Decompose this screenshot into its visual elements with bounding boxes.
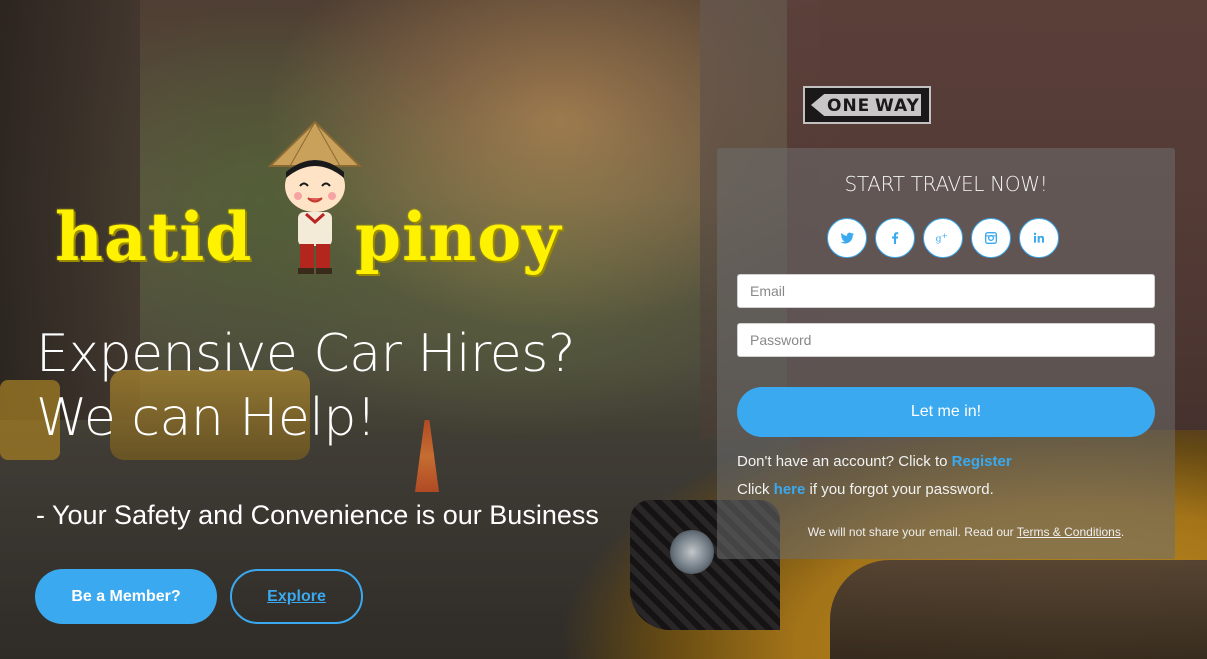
instagram-icon[interactable]: [971, 218, 1011, 258]
logo-word-pinoy: pinoy: [355, 198, 562, 276]
headline-line-2: We can Help!: [36, 388, 377, 448]
password-field[interactable]: [737, 323, 1155, 357]
forgot-prefix: Click: [737, 481, 774, 498]
let-me-in-button[interactable]: Let me in!: [737, 387, 1155, 437]
hero-tagline: - Your Safety and Convenience is our Bus…: [36, 500, 599, 530]
svg-text:g: g: [936, 233, 942, 244]
svg-text:+: +: [942, 231, 948, 240]
logo-word-hatid: hatid: [55, 198, 253, 276]
hero-headline: Expensive Car Hires? We can Help!: [36, 322, 676, 450]
google-plus-icon[interactable]: g +: [923, 218, 963, 258]
facebook-icon[interactable]: [875, 218, 915, 258]
login-title: START TRAVEL NOW!: [844, 172, 1048, 196]
register-line: Don't have an account? Click to Register: [737, 453, 1012, 470]
email-field[interactable]: [737, 274, 1155, 308]
forgot-password-link[interactable]: here: [774, 481, 806, 498]
headline-line-1: Expensive Car Hires?: [36, 324, 575, 384]
mascot-icon: [267, 120, 363, 274]
forgot-suffix: if you forgot your password.: [805, 481, 994, 498]
terms-conditions-link[interactable]: Terms & Conditions: [1017, 525, 1121, 539]
forgot-password-line: Click here if you forgot your password.: [737, 481, 994, 498]
be-a-member-button[interactable]: Be a Member?: [35, 569, 217, 624]
note-prefix: We will not share your email. Read our: [807, 525, 1017, 539]
twitter-icon[interactable]: [827, 218, 867, 258]
explore-button[interactable]: Explore: [230, 569, 363, 624]
site-logo[interactable]: hatid pinoy: [55, 118, 595, 288]
privacy-note: We will not share your email. Read our T…: [717, 525, 1175, 539]
register-prefix: Don't have an account? Click to: [737, 453, 952, 470]
note-suffix: .: [1120, 525, 1125, 539]
login-panel: START TRAVEL NOW! g+ Let me in! Don't ha…: [717, 148, 1175, 559]
register-link[interactable]: Register: [952, 453, 1012, 470]
linkedin-icon[interactable]: [1019, 218, 1059, 258]
social-login-buttons: g +: [827, 218, 1059, 258]
